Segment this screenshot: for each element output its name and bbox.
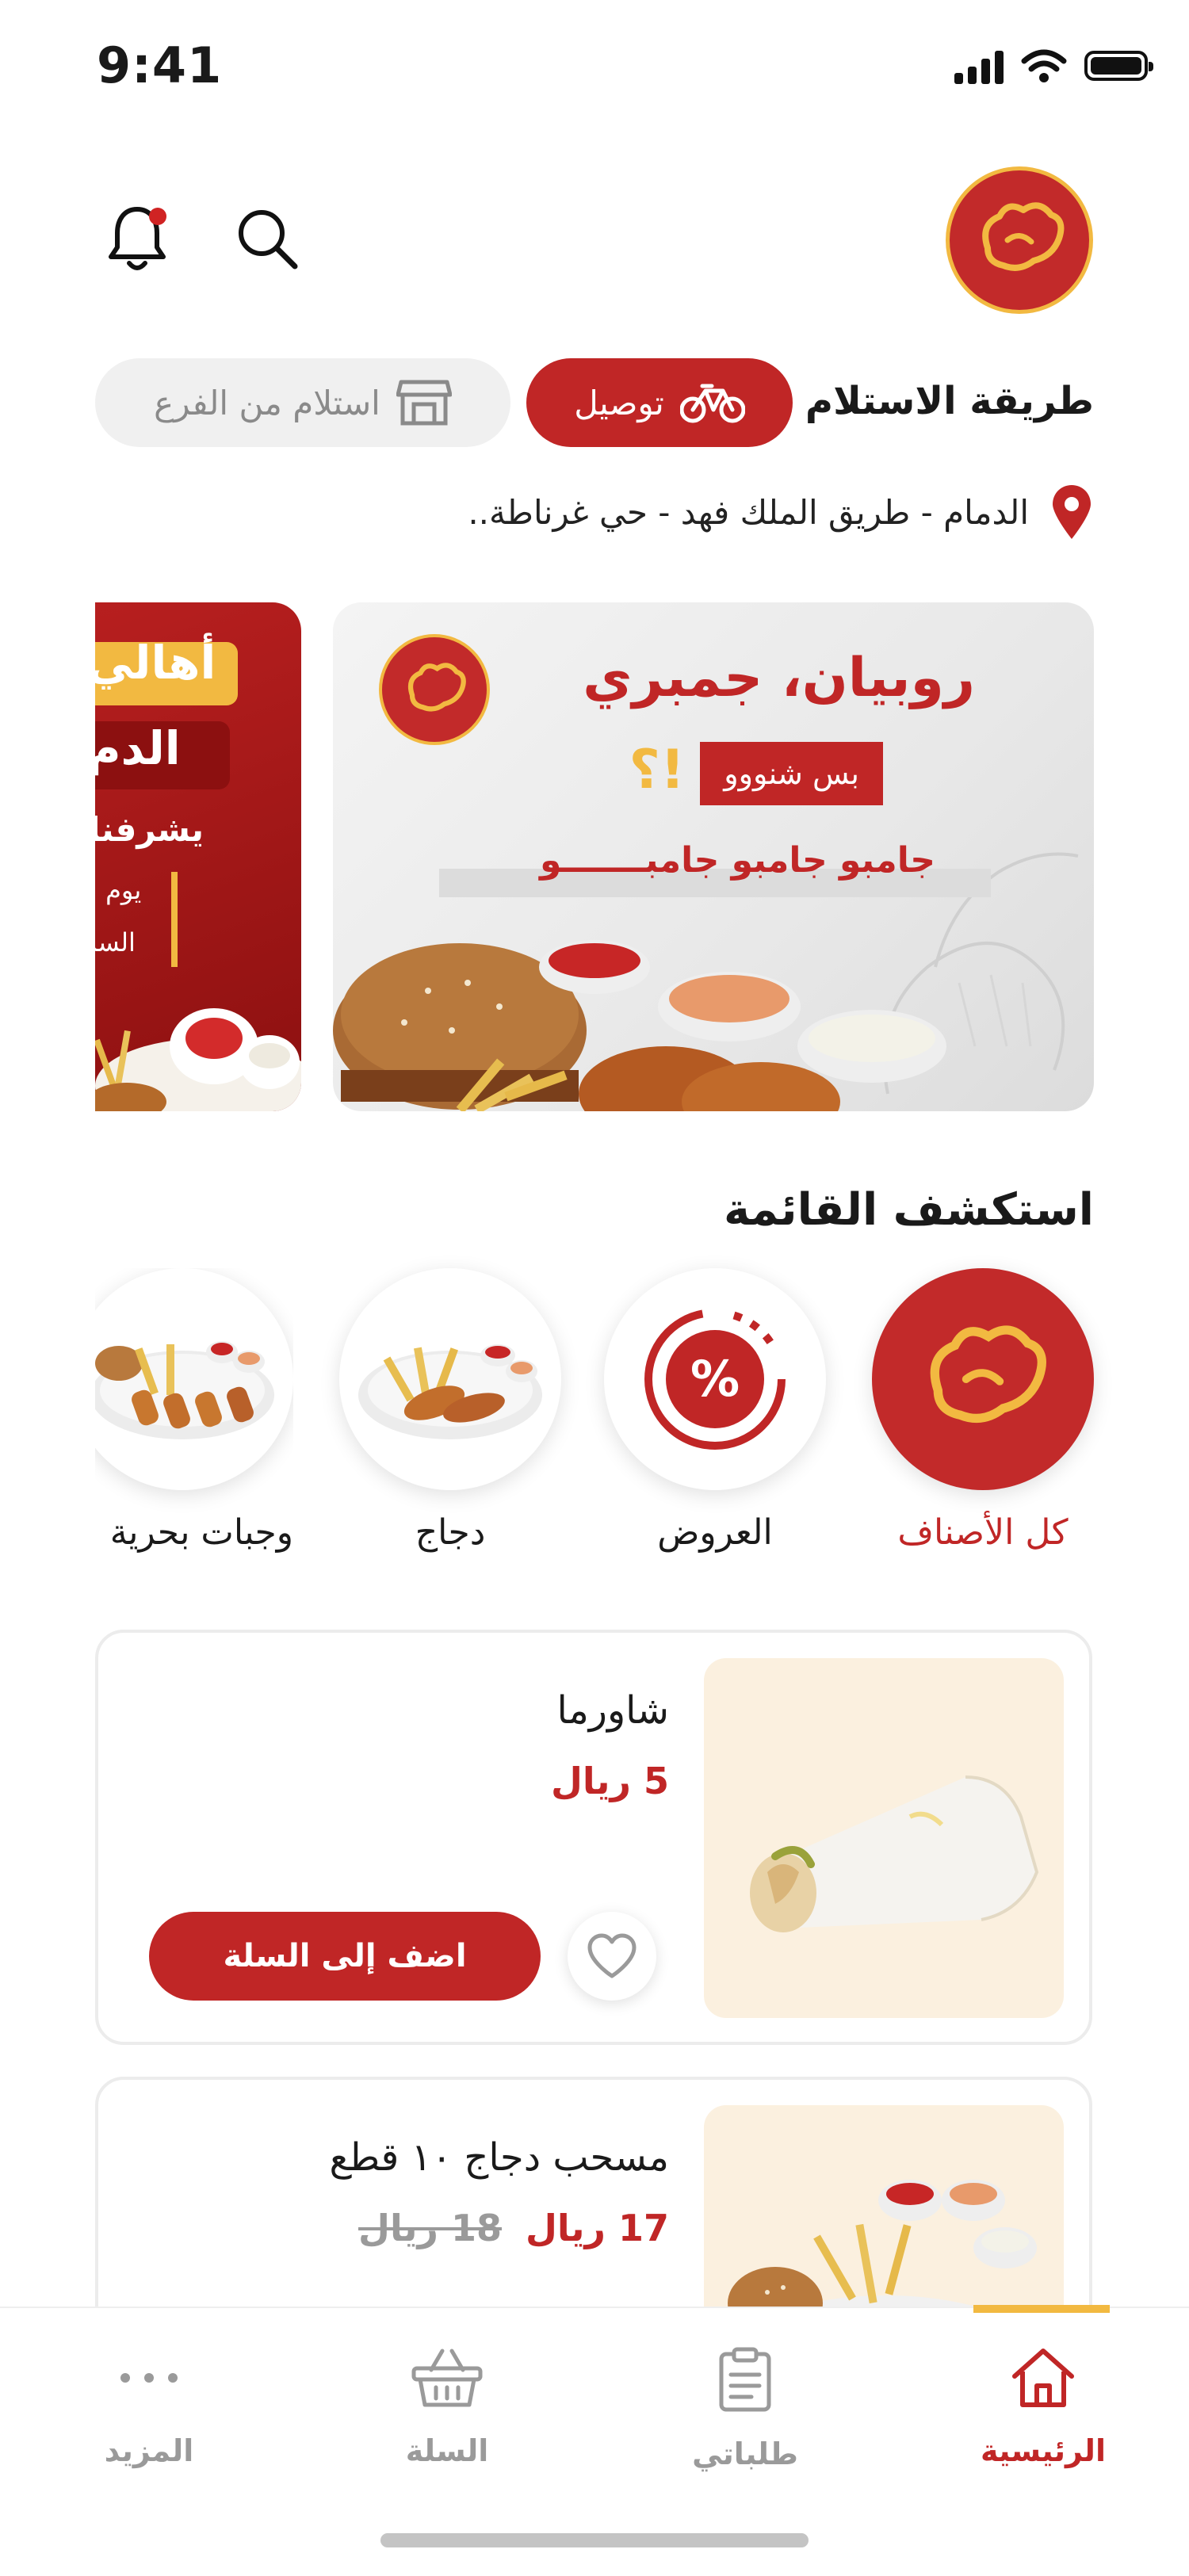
- status-time: 9:41: [97, 36, 223, 94]
- nav-cart[interactable]: السلة: [328, 2346, 566, 2468]
- delivery-address[interactable]: الدمام - طريق الملك فهد - حي غرناطة..: [468, 483, 1094, 541]
- notification-button[interactable]: [101, 203, 173, 274]
- banner-food-image: [333, 940, 946, 1111]
- favorite-button[interactable]: [568, 1912, 656, 2001]
- promo-banner-side[interactable]: أهالي الدم يشرفنا يوم ا السا: [95, 602, 301, 1111]
- logo-icon: [982, 202, 1065, 271]
- side-banner-line1: أهالي: [95, 636, 216, 690]
- wifi-icon: [1021, 49, 1067, 82]
- product-price: 17 ريال: [526, 2207, 669, 2249]
- category-all[interactable]: كل الأصناف: [872, 1268, 1094, 1553]
- address-text: الدمام - طريق الملك فهد - حي غرناطة..: [468, 492, 1029, 532]
- banner-tag-mark: ؟!: [629, 739, 685, 801]
- banner-logo: [379, 634, 490, 745]
- add-to-cart-button[interactable]: اضف إلى السلة: [149, 1912, 541, 2001]
- search-icon: [239, 210, 298, 269]
- restaurant-logo[interactable]: [946, 166, 1093, 314]
- category-seafood[interactable]: وجبات بحرية: [95, 1268, 293, 1553]
- home-icon: [1012, 2349, 1074, 2407]
- nav-home-label: الرئيسية: [981, 2433, 1106, 2468]
- signal-icon: [954, 48, 1004, 84]
- notification-badge: [149, 208, 166, 225]
- nav-active-indicator: [973, 2305, 1110, 2313]
- side-banner-line4: يوم ا: [95, 875, 142, 905]
- orders-icon: [719, 2347, 771, 2412]
- branch-pickup-option[interactable]: استلام من الفرع: [95, 358, 510, 447]
- banner-title: روبيان، جمبري: [583, 647, 975, 709]
- percent-icon: %: [644, 1309, 786, 1450]
- side-banner-food-image: [95, 1008, 301, 1111]
- category-seafood-label: وجبات بحرية: [109, 1512, 293, 1553]
- nav-more[interactable]: المزيد: [30, 2346, 268, 2468]
- category-offers-label: العروض: [657, 1512, 773, 1553]
- category-all-label: كل الأصناف: [897, 1512, 1069, 1553]
- location-pin-icon: [1053, 485, 1091, 539]
- product-price-row: 17 ريال 18 ريال: [358, 2207, 669, 2249]
- product-name: مسحب دجاج ١٠ قطع: [329, 2135, 669, 2180]
- delivery-option[interactable]: توصيل: [526, 358, 793, 447]
- seafood-meal-image: [95, 1341, 274, 1439]
- more-icon: [120, 2373, 178, 2383]
- banner-subtitle: جامبو جامبو جامبـــــــو: [540, 840, 935, 881]
- status-icons: [954, 48, 1153, 84]
- home-indicator: [380, 2533, 809, 2547]
- nav-orders-label: طلباتي: [692, 2436, 798, 2471]
- banner-logo-icon: [407, 663, 466, 712]
- nav-more-label: المزيد: [104, 2433, 194, 2468]
- heart-icon: [587, 1933, 637, 1978]
- side-banner-line5: السا: [95, 927, 136, 957]
- nav-cart-label: السلة: [405, 2433, 489, 2468]
- side-banner-line3: يشرفنا: [95, 810, 205, 849]
- product-card[interactable]: شاورما 5 ريال اضف إلى السلة: [95, 1630, 1092, 2045]
- promo-banner-main[interactable]: روبيان، جمبري بس شنووو ؟! جامبو جامبو جا…: [333, 602, 1094, 1111]
- store-icon: [396, 380, 452, 426]
- menu-section-title: استكشف القائمة: [724, 1184, 1094, 1236]
- banner-tag: بس شنووو: [700, 742, 883, 805]
- logo-icon: [930, 1325, 1046, 1424]
- bicycle-icon: [679, 384, 745, 423]
- shawarma-image: [750, 1775, 1039, 1932]
- basket-icon: [411, 2349, 483, 2407]
- category-offers[interactable]: % العروض: [604, 1268, 826, 1553]
- chicken-meal-image: [358, 1344, 542, 1439]
- search-button[interactable]: [231, 203, 303, 274]
- product-price-row: 5 ريال: [551, 1760, 669, 1802]
- product-old-price: 18 ريال: [358, 2207, 503, 2249]
- side-banner-line2: الدم: [95, 721, 181, 775]
- product-image: [704, 1658, 1064, 2018]
- nav-orders[interactable]: طلباتي: [626, 2346, 864, 2471]
- banner-tag-text: بس شنووو: [724, 756, 859, 791]
- pickup-method-label: طريقة الاستلام: [805, 379, 1094, 423]
- nav-home[interactable]: الرئيسية: [924, 2346, 1162, 2468]
- product-price: 5 ريال: [551, 1760, 669, 1802]
- product-name: شاورما: [556, 1688, 669, 1733]
- svg-text:%: %: [690, 1350, 740, 1408]
- battery-icon: [1084, 51, 1153, 81]
- delivery-option-label: توصيل: [574, 383, 664, 422]
- category-chicken[interactable]: دجاج: [339, 1268, 561, 1553]
- category-chicken-label: دجاج: [415, 1512, 486, 1553]
- branch-pickup-label: استلام من الفرع: [154, 383, 380, 422]
